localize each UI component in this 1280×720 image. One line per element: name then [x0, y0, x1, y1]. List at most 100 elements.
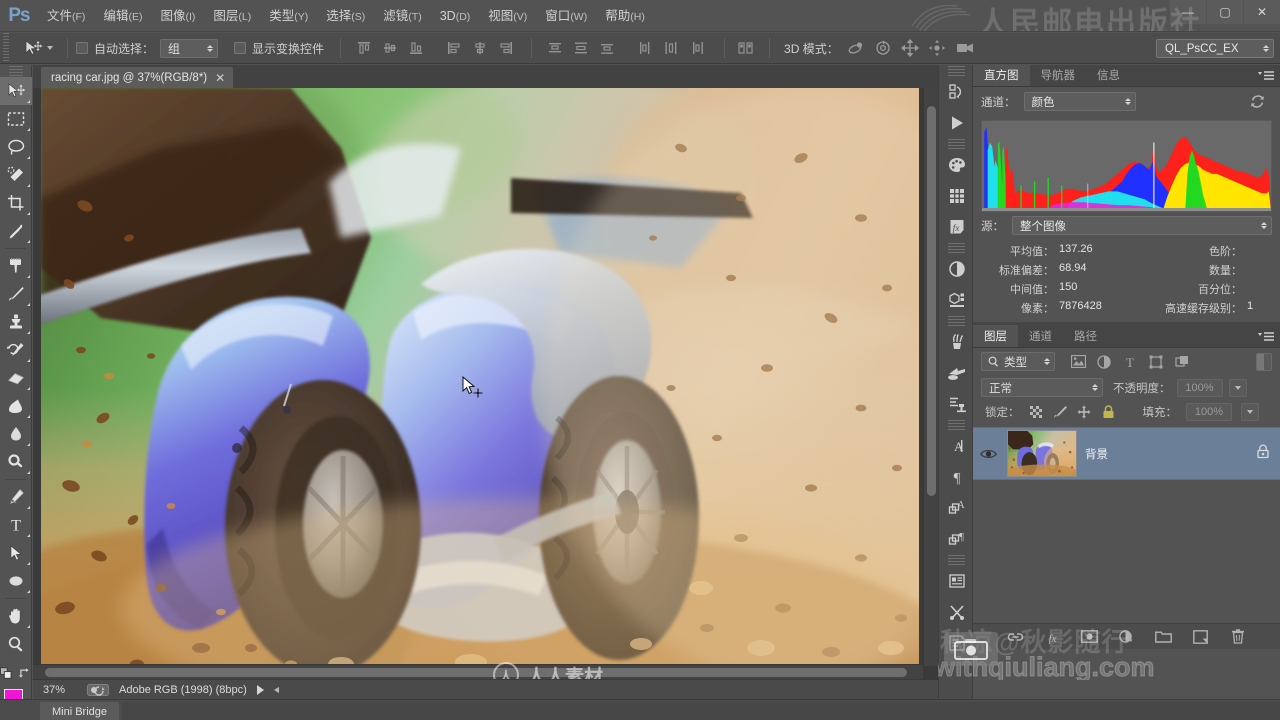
zoom-tool[interactable]	[0, 630, 32, 658]
filter-pixel-layers-icon[interactable]	[1069, 353, 1087, 371]
brush-tool[interactable]	[0, 280, 32, 308]
paragraph-panel-icon[interactable]: ¶	[939, 461, 974, 492]
3d-slide-icon[interactable]	[927, 39, 947, 57]
minimize-icon[interactable]: —	[1170, 0, 1206, 24]
align-horizontal-centers-button[interactable]	[469, 38, 491, 59]
tab-layers[interactable]: 图层	[973, 325, 1018, 347]
menu-item-6[interactable]: 滤镜(T)	[374, 0, 430, 31]
menu-item-9[interactable]: 窗口(W)	[536, 0, 596, 31]
opacity-value[interactable]: 100%	[1176, 378, 1223, 397]
tab-channels[interactable]: 通道	[1018, 325, 1063, 347]
proof-colors-icon[interactable]	[87, 683, 109, 696]
filter-shape-layers-icon[interactable]	[1147, 353, 1165, 371]
distribute-left-edges-button[interactable]	[634, 38, 656, 59]
blend-mode-select[interactable]: 正常	[981, 378, 1103, 397]
document-tab[interactable]: racing car.jpg @ 37%(RGB/8*) ✕	[41, 67, 234, 88]
3d-panel-icon[interactable]	[939, 284, 974, 315]
move-tool[interactable]	[0, 77, 32, 105]
rail-grip-4[interactable]	[939, 315, 974, 326]
workspace-select[interactable]: QL_PsCC_EX	[1156, 39, 1274, 58]
paragraph-styles-panel-icon[interactable]: ¶	[939, 523, 974, 554]
add-layer-mask-icon[interactable]	[1081, 628, 1099, 646]
marquee-tool[interactable]	[0, 105, 32, 133]
canvas-vertical-scroll-thumb[interactable]	[927, 106, 936, 496]
timeline-panel-icon[interactable]	[939, 627, 974, 658]
layer-row-background[interactable]: 背景	[973, 427, 1280, 480]
document-image[interactable]	[41, 88, 919, 676]
tab-histogram[interactable]: 直方图	[973, 64, 1030, 86]
new-layer-icon[interactable]	[1192, 628, 1210, 646]
canvas-horizontal-scroll-thumb[interactable]	[45, 668, 907, 677]
auto-select-checkbox[interactable]	[76, 42, 88, 54]
layer-filter-type-select[interactable]: 类型	[981, 352, 1055, 371]
clone-source-panel-icon[interactable]	[939, 357, 974, 388]
rail-grip-5[interactable]	[939, 419, 974, 430]
filter-adjustment-layers-icon[interactable]	[1095, 353, 1113, 371]
menu-item-2[interactable]: 图像(I)	[151, 0, 204, 31]
menu-item-3[interactable]: 图层(L)	[204, 0, 260, 31]
lock-transparent-pixels-icon[interactable]	[1029, 405, 1044, 420]
layer-visibility-toggle[interactable]	[977, 448, 999, 460]
quick-selection-tool[interactable]	[0, 161, 32, 189]
channel-select[interactable]: 颜色	[1023, 92, 1136, 111]
layer-name[interactable]: 背景	[1085, 446, 1108, 462]
align-vertical-centers-button[interactable]	[379, 38, 401, 59]
close-icon[interactable]: ✕	[1244, 0, 1280, 24]
filter-type-layers-icon[interactable]: T	[1121, 353, 1139, 371]
tool-presets-panel-icon[interactable]	[939, 388, 974, 419]
align-top-edges-button[interactable]	[353, 38, 375, 59]
tab-info[interactable]: 信息	[1086, 64, 1131, 86]
distribute-top-edges-button[interactable]	[544, 38, 566, 59]
auto-align-layers-button[interactable]	[733, 38, 759, 59]
menu-item-8[interactable]: 视图(V)	[479, 0, 536, 31]
rail-grip-3[interactable]	[939, 242, 974, 253]
brush-presets-panel-icon[interactable]	[939, 326, 974, 357]
3d-camera-icon[interactable]	[954, 39, 974, 57]
tab-paths[interactable]: 路径	[1063, 325, 1108, 347]
align-right-edges-button[interactable]	[495, 38, 517, 59]
path-selection-tool[interactable]	[0, 539, 32, 567]
delete-layer-icon[interactable]	[1229, 628, 1247, 646]
hand-tool[interactable]	[0, 602, 32, 630]
shape-tool[interactable]	[0, 567, 32, 595]
swap-colors-icon[interactable]	[19, 667, 31, 679]
menu-item-10[interactable]: 帮助(H)	[596, 0, 654, 31]
menu-item-4[interactable]: 类型(Y)	[260, 0, 317, 31]
color-panel-icon[interactable]	[939, 149, 974, 180]
maximize-icon[interactable]: ▢	[1207, 0, 1243, 24]
tab-close-icon[interactable]: ✕	[215, 72, 225, 84]
zoom-level[interactable]: 37%	[43, 684, 77, 696]
mini-bridge-tab[interactable]: Mini Bridge	[40, 702, 120, 720]
lock-image-pixels-icon[interactable]	[1053, 405, 1068, 420]
options-bar-grip[interactable]	[0, 33, 12, 63]
menu-item-5[interactable]: 选择(S)	[317, 0, 374, 31]
crop-tool[interactable]	[0, 189, 32, 217]
history-panel-icon[interactable]	[939, 76, 974, 107]
tools-panel-grip[interactable]	[0, 65, 32, 77]
menu-item-7[interactable]: 3D(D)	[431, 0, 480, 31]
tab-navigator[interactable]: 导航器	[1030, 64, 1087, 86]
tool-preset-chevron-icon[interactable]	[47, 46, 53, 50]
eyedropper-tool[interactable]	[0, 217, 32, 245]
link-layers-icon[interactable]	[1007, 628, 1025, 646]
align-bottom-edges-button[interactable]	[405, 38, 427, 59]
panel-menu-icon[interactable]	[1258, 331, 1274, 343]
menu-item-0[interactable]: 文件(F)	[38, 0, 94, 31]
3d-roll-icon[interactable]	[873, 39, 893, 57]
eraser-tool[interactable]	[0, 364, 32, 392]
adjustments-panel-icon[interactable]	[939, 253, 974, 284]
layer-thumbnail[interactable]	[1007, 430, 1077, 477]
healing-brush-tool[interactable]	[0, 252, 32, 280]
default-colors-icon[interactable]	[0, 666, 12, 680]
character-styles-panel-icon[interactable]: A	[939, 492, 974, 523]
notes-panel-icon[interactable]	[939, 565, 974, 596]
character-panel-icon[interactable]: A	[939, 430, 974, 461]
gradient-tool[interactable]	[0, 392, 32, 420]
lock-all-icon[interactable]	[1101, 405, 1116, 420]
lock-position-icon[interactable]	[1077, 405, 1092, 420]
status-collapse-arrow-icon[interactable]	[273, 686, 279, 693]
canvas-horizontal-scrollbar[interactable]	[33, 664, 923, 679]
new-adjustment-layer-icon[interactable]	[1118, 628, 1136, 646]
canvas-vertical-scrollbar[interactable]	[923, 88, 938, 666]
status-menu-arrow-icon[interactable]	[256, 684, 264, 695]
